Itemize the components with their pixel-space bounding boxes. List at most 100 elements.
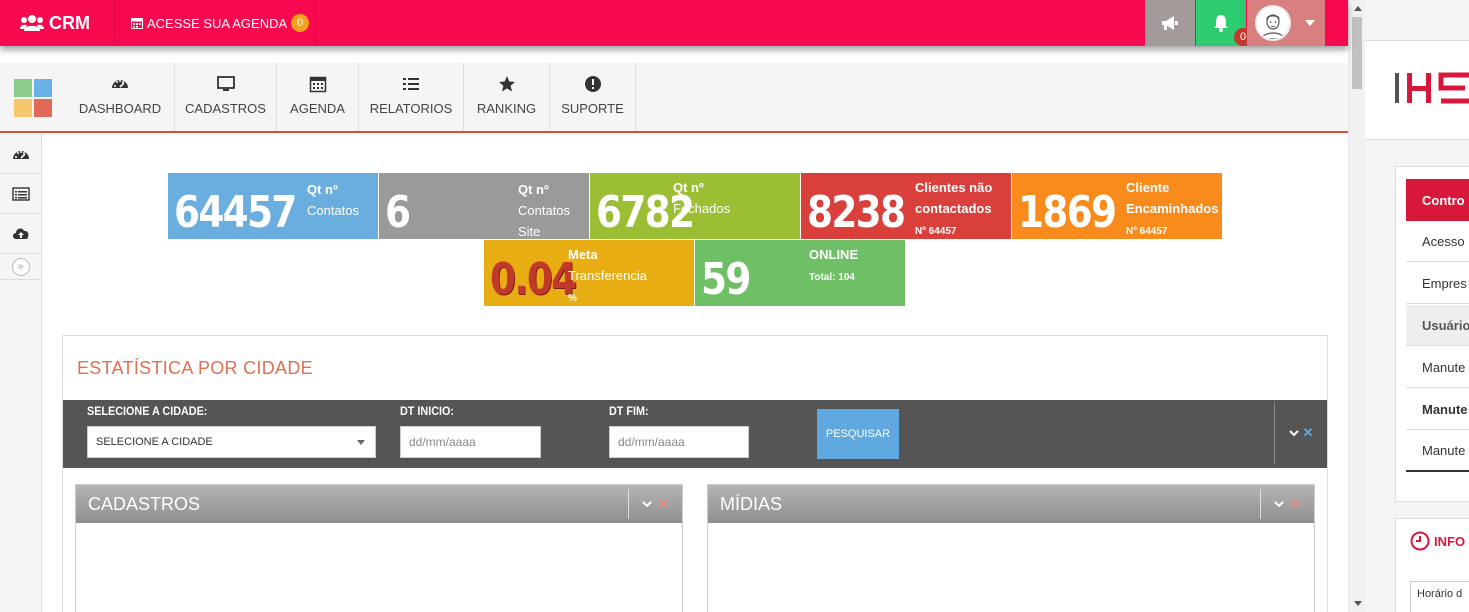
info-box-body: Horário d — [1410, 581, 1469, 612]
control-menu-item[interactable]: Empres — [1406, 263, 1469, 304]
tile-contatos-value: 64457 — [174, 187, 297, 238]
tile-meta: 0.04 Meta Transferencia % — [484, 240, 694, 306]
dashboard-icon — [12, 150, 29, 159]
nav-dashboard[interactable]: DASHBOARD — [66, 63, 175, 131]
control-menu-item[interactable]: Acesso — [1406, 221, 1469, 262]
tile-contatos-site-label-sub: Contatos — [518, 203, 571, 218]
end-date-input[interactable]: dd/mm/aaaa — [609, 426, 749, 458]
page-scrollbar[interactable] — [1348, 0, 1365, 612]
scroll-up-arrow-icon[interactable] — [1354, 6, 1362, 11]
control-menu-item[interactable]: Manute — [1406, 389, 1469, 430]
top-bar: CRM ACESSE SUA AGENDA 0 0 — [0, 0, 1348, 46]
cadastros-panel: CADASTROS ✕ — [75, 484, 683, 612]
tile-nao-contactados: 8238 Clientes não contactados Nº 64457 — [801, 173, 1011, 239]
control-menu-item[interactable]: Manute — [1406, 431, 1469, 472]
city-select[interactable]: SELECIONE A CIDADE — [87, 426, 376, 458]
star-icon — [498, 75, 515, 91]
tile-contatos-label-sub: Contatos — [307, 203, 360, 218]
tile-contatos-site-value: 6 — [385, 187, 411, 238]
control-panel-header: Contro — [1406, 179, 1469, 221]
nav-ranking[interactable]: RANKING — [464, 63, 550, 131]
filter-bar: SELECIONE A CIDADE: SELECIONE A CIDADE D… — [63, 400, 1327, 468]
brand-link[interactable]: CRM — [0, 0, 115, 46]
dashboard-icon — [112, 79, 128, 88]
collapse-chevron-icon[interactable] — [642, 499, 652, 509]
tile-encaminhados-label-sub: Encaminhados — [1126, 201, 1219, 216]
tile-fechados-label-sub: Fechados — [673, 201, 731, 216]
scrollbar-thumb[interactable] — [1352, 17, 1362, 89]
main-navigation: DASHBOARD CADASTROS AGENDA RELATORIOS RA… — [0, 63, 1348, 133]
panel-title: ESTATÍSTICA POR CIDADE — [77, 358, 313, 378]
user-menu-button[interactable] — [1247, 0, 1325, 46]
close-icon[interactable]: ✕ — [1303, 425, 1314, 441]
start-date-input[interactable]: dd/mm/aaaa — [400, 426, 541, 458]
double-chevron-right-icon: » — [11, 257, 30, 276]
tile-encaminhados-value: 1869 — [1018, 187, 1117, 238]
scroll-down-arrow-icon[interactable] — [1354, 601, 1362, 606]
agenda-count-badge: 0 — [291, 14, 310, 32]
user-avatar-icon — [1257, 7, 1289, 39]
agenda-link[interactable]: ACESSE SUA AGENDA 0 — [116, 0, 316, 46]
end-date-label: DT FIM: — [609, 404, 649, 418]
tile-nao-contactados-label-extra: Nº 64457 — [915, 226, 957, 237]
control-panel-box: Contro Acesso Empres Usuário Manute Manu… — [1395, 166, 1469, 502]
nav-agenda[interactable]: AGENDA — [277, 63, 359, 131]
close-icon[interactable]: ✕ — [1290, 496, 1301, 512]
info-circle-icon — [584, 75, 601, 92]
tile-encaminhados-label: Cliente Encaminhados Nº 64457 — [1126, 177, 1218, 242]
sidebar-item-list[interactable] — [0, 174, 41, 214]
cloud-upload-icon — [12, 228, 28, 239]
nav-relatorios[interactable]: RELATORIOS — [359, 63, 464, 131]
midias-panel-title: MÍDIAS — [720, 493, 783, 514]
tile-contatos-site-label-title: Qt nº — [518, 182, 549, 197]
brand-label: CRM — [49, 12, 90, 33]
sidebar-collapse-toggle[interactable]: » — [0, 254, 41, 280]
control-menu-item[interactable]: Manute — [1406, 347, 1469, 388]
nav-cadastros-label: CADASTROS — [185, 100, 266, 116]
nav-agenda-label: AGENDA — [290, 100, 345, 116]
nav-dashboard-label: DASHBOARD — [78, 100, 162, 116]
tile-contatos-label-title: Qt nº — [307, 182, 338, 197]
tile-meta-label-extra: % — [568, 293, 577, 304]
list-icon — [403, 77, 419, 90]
tile-nao-contactados-label-sub: contactados — [915, 201, 992, 216]
nav-relatorios-label: RELATORIOS — [369, 100, 453, 116]
tile-encaminhados: 1869 Cliente Encaminhados Nº 64457 — [1012, 173, 1222, 239]
cadastros-panel-tools: ✕ — [628, 489, 682, 519]
tile-online: 59 ONLINE Total: 104 — [695, 240, 905, 306]
collapse-chevron-icon[interactable] — [1288, 428, 1299, 438]
announcements-button[interactable] — [1145, 0, 1195, 46]
calendar-icon — [309, 76, 326, 92]
tile-contatos: 64457 Qt nº Contatos — [168, 173, 378, 239]
notifications-button[interactable]: 0 — [1196, 0, 1252, 46]
tile-fechados-label: Qt nº Fechados — [673, 177, 730, 219]
tile-contatos-site-label: Qt nº Contatos Site — [518, 179, 570, 242]
tile-meta-label-title: Meta — [568, 247, 598, 262]
avatar — [1255, 5, 1291, 41]
nav-cadastros[interactable]: CADASTROS — [175, 63, 277, 131]
close-icon[interactable]: ✕ — [658, 496, 669, 512]
sidebar-item-dashboard[interactable] — [0, 134, 41, 174]
calendar-icon — [131, 18, 143, 29]
info-box-title: INFO — [1434, 533, 1466, 549]
search-button[interactable]: PESQUISAR — [817, 409, 899, 459]
partner-logo — [1365, 40, 1469, 140]
midias-panel-header: MÍDIAS ✕ — [708, 485, 1314, 523]
nav-ranking-label: RANKING — [476, 100, 537, 116]
megaphone-icon — [1162, 16, 1178, 30]
nav-suporte[interactable]: SUPORTE — [550, 63, 636, 131]
collapse-chevron-icon[interactable] — [1274, 499, 1284, 509]
app-logo[interactable] — [14, 79, 52, 117]
chevron-down-icon — [1305, 20, 1315, 26]
start-date-label: DT INICIO: — [400, 404, 454, 418]
city-select-value: SELECIONE A CIDADE — [96, 436, 213, 448]
control-menu-item[interactable]: Usuário — [1406, 305, 1469, 346]
filter-tools: ✕ — [1274, 402, 1327, 464]
sidebar: » — [0, 134, 42, 612]
tile-contatos-label: Qt nº Contatos — [307, 179, 359, 221]
sidebar-item-upload[interactable] — [0, 214, 41, 254]
clock-icon — [1410, 531, 1430, 551]
nav-suporte-label: SUPORTE — [561, 100, 624, 116]
tile-online-label-sub: Total: 104 — [809, 272, 855, 283]
cadastros-panel-header: CADASTROS ✕ — [76, 485, 682, 523]
